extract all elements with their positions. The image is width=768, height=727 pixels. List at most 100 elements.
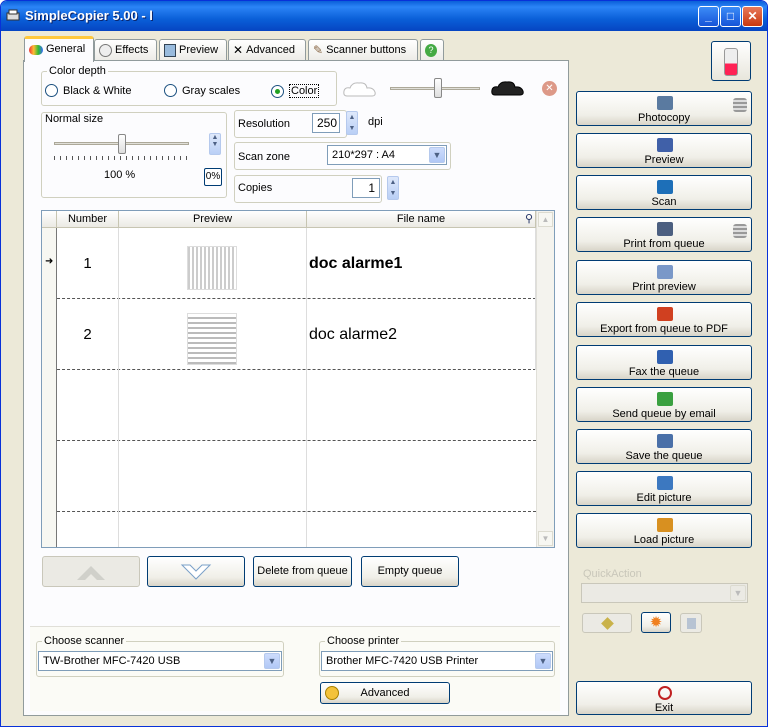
scan-button[interactable]: Scan bbox=[576, 175, 752, 210]
scan-zone-label: Scan zone bbox=[238, 151, 290, 163]
copies-spin[interactable]: ▲ ▼ bbox=[387, 176, 399, 200]
row-file-name: doc alarme1 bbox=[307, 228, 536, 299]
arrow-up-icon bbox=[77, 566, 105, 580]
palette-icon bbox=[29, 45, 43, 55]
quick-action-settings-button[interactable]: ✹ bbox=[641, 612, 671, 633]
load-icon bbox=[657, 518, 673, 532]
resolution-unit: dpi bbox=[368, 116, 383, 128]
radio-gray-scales[interactable]: Gray scales bbox=[164, 84, 240, 97]
copies-label: Copies bbox=[238, 182, 273, 194]
tab-scanner-buttons[interactable]: ✎ Scanner buttons bbox=[308, 39, 418, 61]
quick-action-label: QuickAction bbox=[583, 568, 642, 580]
column-number[interactable]: Number bbox=[57, 211, 119, 228]
save-icon bbox=[657, 434, 673, 448]
brush-icon: ✎ bbox=[313, 43, 324, 57]
email-icon bbox=[657, 392, 673, 406]
scanner-select[interactable]: TW-Brother MFC-7420 USB ▼ bbox=[38, 651, 282, 671]
chevron-down-icon: ▼ bbox=[730, 585, 746, 601]
brightness-slider-thumb[interactable] bbox=[434, 78, 442, 98]
radio-black-white[interactable]: Black & White bbox=[45, 84, 131, 97]
scan-icon bbox=[657, 180, 673, 194]
tab-general[interactable]: General bbox=[24, 36, 94, 62]
resolution-spin[interactable]: ▲ ▼ bbox=[346, 111, 358, 135]
color-depth-group: Color depth Black & White Gray scales Co… bbox=[41, 65, 337, 106]
sun-icon: ✹ bbox=[649, 614, 663, 631]
print-from-queue-button[interactable]: Print from queue bbox=[576, 217, 752, 252]
battery-icon bbox=[724, 48, 738, 76]
copies-input[interactable]: 1 bbox=[352, 178, 380, 198]
empty-queue-button[interactable]: Empty queue bbox=[361, 556, 459, 587]
resolution-label: Resolution bbox=[238, 118, 290, 130]
delete-from-queue-button[interactable]: Delete from queue bbox=[253, 556, 352, 587]
size-slider-thumb[interactable] bbox=[118, 134, 126, 154]
printer-label: Choose printer bbox=[325, 635, 402, 647]
table-row[interactable]: 2 doc alarme2 bbox=[42, 299, 536, 370]
grid-scrollbar[interactable]: ▲ ▼ bbox=[536, 211, 554, 547]
tools-icon: ✕ bbox=[233, 43, 244, 57]
scan-zone-select[interactable]: 210*297 : A4 ▼ bbox=[327, 145, 447, 165]
stack-icon bbox=[733, 98, 747, 112]
diamond-icon bbox=[600, 617, 614, 630]
advanced-button[interactable]: Advanced bbox=[320, 682, 450, 704]
table-row[interactable]: ➜ 1 doc alarme1 bbox=[42, 228, 536, 299]
column-file-name[interactable]: File name ⚲ bbox=[307, 211, 536, 228]
row-number: 2 bbox=[57, 299, 119, 370]
printer-select[interactable]: Brother MFC-7420 USB Printer ▼ bbox=[321, 651, 553, 671]
row-number: 1 bbox=[57, 228, 119, 299]
preview-button[interactable]: Preview bbox=[576, 133, 752, 168]
table-row-empty bbox=[42, 441, 536, 512]
resolution-input[interactable]: 250 bbox=[312, 113, 340, 133]
cloud-dark-icon bbox=[491, 81, 524, 96]
thumbnail-doc-2 bbox=[187, 313, 237, 365]
queue-grid[interactable]: Number Preview File name ⚲ ▲ ▼ ➜ 1 doc a… bbox=[41, 210, 555, 548]
grid-corner bbox=[42, 211, 57, 228]
photocopy-button[interactable]: Photocopy bbox=[576, 91, 752, 126]
tab-effects[interactable]: Effects bbox=[94, 39, 157, 61]
export-from-queue-to-pdf-button[interactable]: Export from queue to PDF bbox=[576, 302, 752, 337]
move-up-button[interactable] bbox=[42, 556, 140, 587]
window-title: SimpleCopier 5.00 - l bbox=[25, 8, 153, 23]
print-queue-icon bbox=[657, 222, 673, 236]
current-row-arrow-icon: ➜ bbox=[45, 256, 54, 267]
zero-percent-button[interactable]: 0% bbox=[204, 168, 222, 186]
quick-action-delete-button[interactable] bbox=[680, 613, 702, 633]
size-value: 100 % bbox=[104, 169, 136, 181]
print-preview-button[interactable]: Print preview bbox=[576, 260, 752, 295]
save-the-queue-button[interactable]: Save the queue bbox=[576, 429, 752, 464]
title-bar[interactable]: SimpleCopier 5.00 - l _ □ ✕ bbox=[1, 1, 767, 31]
table-row-empty bbox=[42, 512, 536, 547]
row-file-name: doc alarme2 bbox=[307, 299, 536, 370]
maximize-button[interactable]: □ bbox=[720, 6, 741, 27]
quick-action-select[interactable]: ▼ bbox=[581, 583, 748, 603]
client-area: General Effects Preview ✕ Advanced ✎ Sca… bbox=[4, 31, 764, 725]
fax-the-queue-button[interactable]: Fax the queue bbox=[576, 345, 752, 380]
edit-picture-button[interactable]: Edit picture bbox=[576, 471, 752, 506]
scroll-up-icon[interactable]: ▲ bbox=[538, 212, 553, 227]
chevron-down-icon: ▼ bbox=[429, 147, 445, 163]
tab-advanced[interactable]: ✕ Advanced bbox=[228, 39, 306, 61]
close-button[interactable]: ✕ bbox=[742, 6, 763, 27]
effects-icon bbox=[99, 44, 112, 57]
table-row-empty bbox=[42, 370, 536, 441]
size-slider-ticks bbox=[54, 156, 191, 160]
edit-icon bbox=[657, 476, 673, 490]
send-queue-by-email-button[interactable]: Send queue by email bbox=[576, 387, 752, 422]
minimize-button[interactable]: _ bbox=[698, 6, 719, 27]
exit-button[interactable]: Exit bbox=[576, 681, 752, 715]
scroll-down-icon[interactable]: ▼ bbox=[538, 531, 553, 546]
reset-icon[interactable]: ✕ bbox=[542, 81, 557, 96]
quick-action-run-button[interactable] bbox=[582, 613, 632, 633]
move-down-button[interactable] bbox=[147, 556, 245, 587]
status-button[interactable] bbox=[711, 41, 751, 81]
app-icon bbox=[6, 9, 20, 21]
tab-preview[interactable]: Preview bbox=[159, 39, 227, 61]
column-preview[interactable]: Preview bbox=[119, 211, 307, 228]
search-icon[interactable]: ⚲ bbox=[525, 211, 533, 227]
tab-help[interactable]: ? bbox=[420, 39, 444, 61]
size-spin[interactable]: ▲ ▼ bbox=[209, 133, 221, 155]
radio-color[interactable]: Color bbox=[271, 84, 320, 98]
arrow-down-icon bbox=[180, 564, 212, 580]
main-window: SimpleCopier 5.00 - l _ □ ✕ General Effe… bbox=[0, 0, 768, 727]
cloud-light-icon bbox=[343, 82, 376, 97]
load-picture-button[interactable]: Load picture bbox=[576, 513, 752, 548]
